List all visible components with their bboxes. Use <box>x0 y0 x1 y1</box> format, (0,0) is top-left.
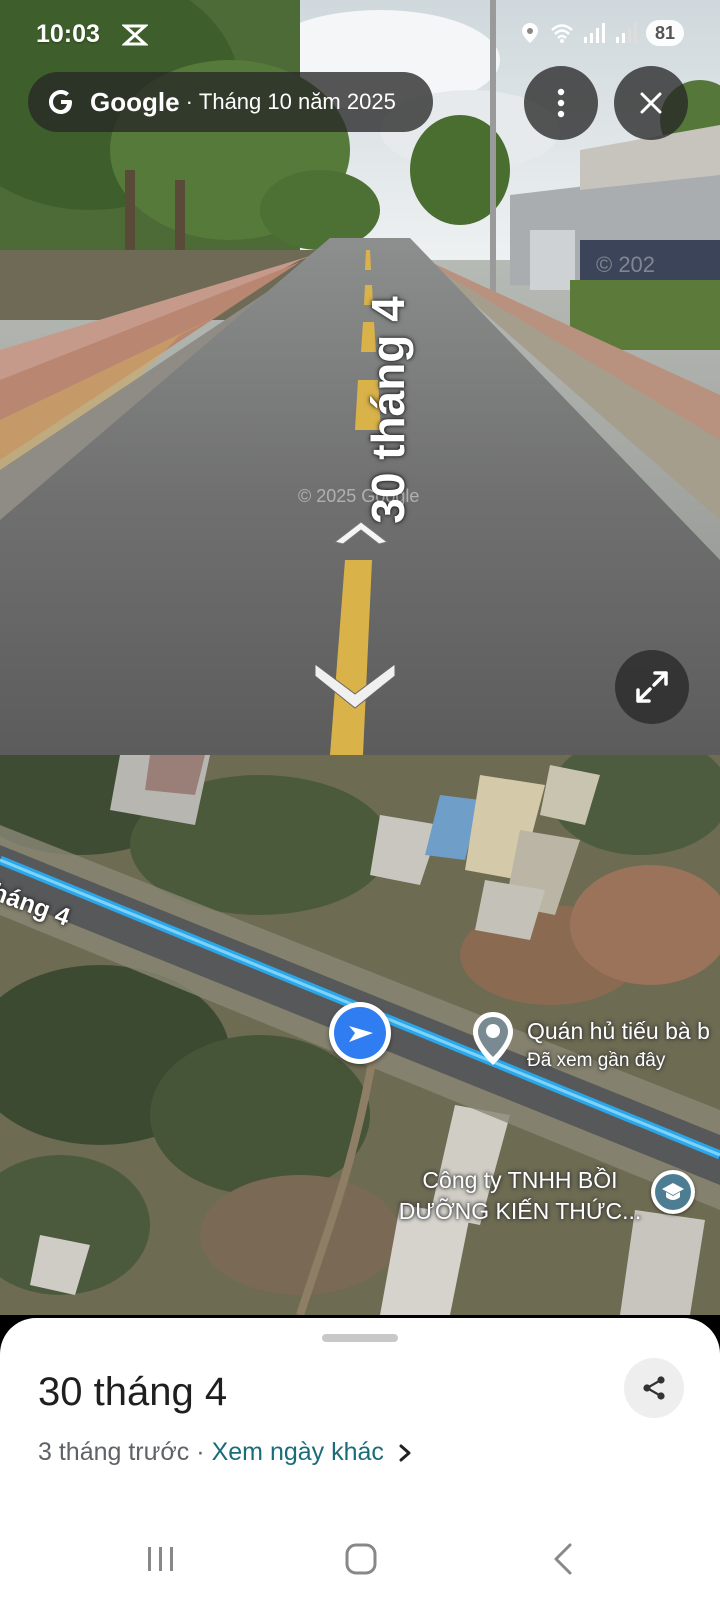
navigation-arrow-icon[interactable] <box>313 660 397 710</box>
app-notification-icon <box>122 24 148 46</box>
status-time: 10:03 <box>36 20 100 48</box>
school-icon <box>662 1183 684 1200</box>
home-icon <box>345 1543 377 1575</box>
school-pin[interactable] <box>651 1170 695 1214</box>
chevron-right-icon[interactable] <box>398 1443 412 1463</box>
capture-age: 3 tháng trước <box>38 1438 190 1466</box>
street-view-watermark: © 202 <box>596 252 656 277</box>
source-brand: Google <box>90 86 180 117</box>
navigation-arrow-icon <box>349 1026 373 1042</box>
poi-name[interactable]: Quán hủ tiếu bà b <box>527 1018 710 1045</box>
back-button[interactable] <box>538 1534 588 1584</box>
place-bottom-sheet[interactable]: 30 tháng 4 3 tháng trước · Xem ngày khác <box>0 1318 720 1600</box>
other-dates-link[interactable]: Xem ngày khác <box>212 1438 384 1467</box>
share-button[interactable] <box>624 1358 684 1418</box>
expand-icon <box>636 671 668 703</box>
google-g-icon <box>49 90 72 114</box>
close-icon <box>640 92 662 114</box>
street-view-panorama[interactable]: © 202 30 tháng 4 © 2025 Google 10:03 81 … <box>0 0 720 755</box>
status-icons: 81 <box>518 20 684 46</box>
source-separator: · <box>185 89 193 114</box>
close-button[interactable] <box>614 66 688 140</box>
expand-button[interactable] <box>615 650 689 724</box>
drag-handle[interactable] <box>322 1334 398 1342</box>
company-label-line1: Công ty TNHH BỒI <box>422 1167 618 1193</box>
satellite-map[interactable]: tháng 4 Quán hủ tiếu bà b Đã xem gần đây… <box>0 755 720 1315</box>
current-location-marker[interactable] <box>329 1002 391 1064</box>
home-button[interactable] <box>336 1534 386 1584</box>
capture-date: Tháng 10 năm 2025 <box>198 89 396 114</box>
imagery-source-pill[interactable]: Google · Tháng 10 năm 2025 <box>28 72 433 132</box>
meta-separator: · <box>196 1438 205 1466</box>
poi-subtitle: Đã xem gần đây <box>527 1050 666 1071</box>
map-pin-icon[interactable] <box>470 1010 516 1068</box>
more-options-button[interactable] <box>524 66 598 140</box>
signal-icon <box>616 23 637 43</box>
company-label[interactable]: Công ty TNHH BỒI DƯỠNG KIẾN THỨC... <box>390 1165 650 1227</box>
copyright-text: © 2025 Google <box>298 486 420 506</box>
back-icon <box>554 1543 572 1575</box>
place-title: 30 tháng 4 <box>38 1370 228 1414</box>
capture-info-row: 3 tháng trước · Xem ngày khác <box>38 1438 412 1467</box>
system-navigation-bar <box>0 1518 720 1600</box>
location-icon <box>522 23 538 43</box>
company-label-line2: DƯỠNG KIẾN THỨC... <box>398 1198 642 1224</box>
status-bar: 10:03 81 <box>0 0 720 70</box>
signal-icon <box>584 23 605 43</box>
wifi-icon <box>551 24 573 43</box>
share-icon <box>643 1376 665 1400</box>
navigation-arrow-icon[interactable] <box>333 518 389 546</box>
recents-icon <box>148 1547 173 1571</box>
recents-button[interactable] <box>136 1534 186 1584</box>
more-vert-icon <box>557 88 565 118</box>
battery-indicator: 81 <box>646 20 684 46</box>
